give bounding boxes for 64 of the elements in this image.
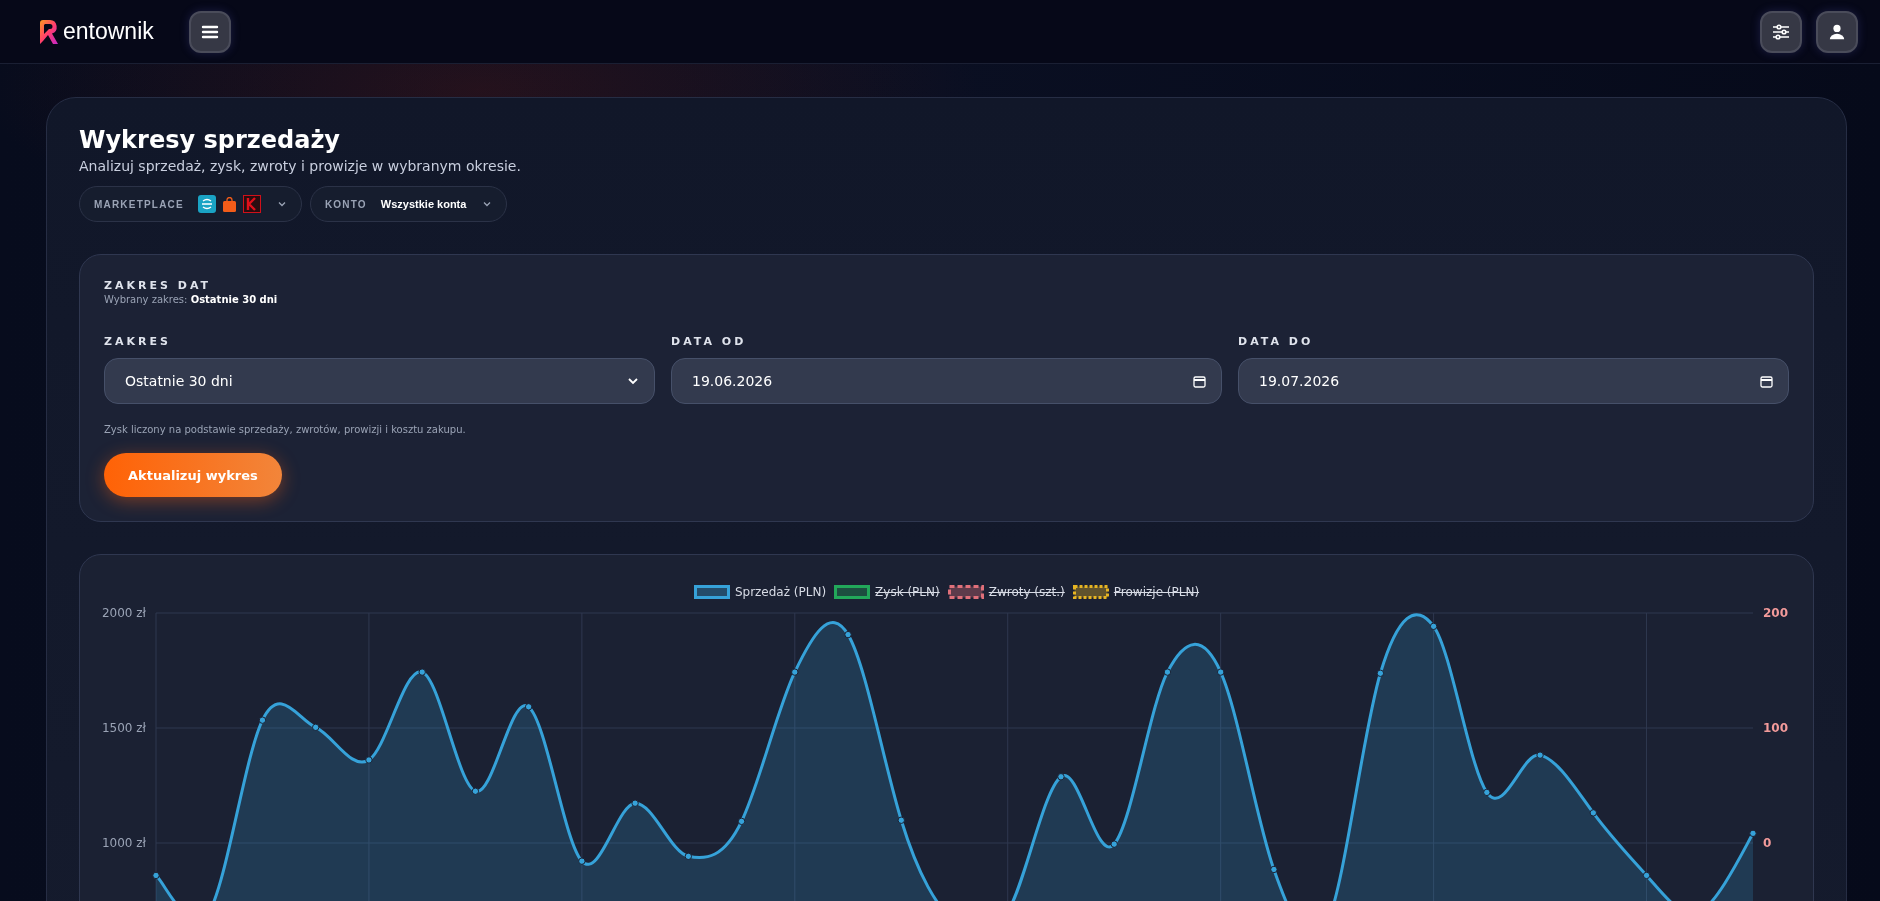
filter-dropdown[interactable]: MARKETPLACE (79, 186, 302, 222)
logo-icon (37, 17, 61, 46)
legend-label[interactable]: Prowizje (PLN) (1113, 585, 1200, 599)
filter-settings-button[interactable] (1760, 10, 1802, 53)
data-point[interactable] (578, 857, 586, 865)
page-subtitle: Analizuj sprzedaż, zysk, zwroty i prowizje w wybranym okresie. (79, 158, 522, 174)
axis-label: 1500 zł (101, 721, 146, 735)
data-point[interactable] (258, 716, 267, 724)
data-point[interactable] (1483, 788, 1491, 797)
data-point[interactable] (737, 817, 746, 826)
data-point[interactable] (791, 668, 799, 676)
data-point[interactable] (1110, 840, 1118, 848)
data-point[interactable] (1749, 829, 1757, 838)
sliders-icon (1771, 21, 1791, 42)
data-point[interactable] (1536, 751, 1544, 759)
legend-label[interactable]: Zwroty (szt.) (988, 585, 1065, 599)
calendar-icon[interactable] (1760, 375, 1773, 388)
data-point[interactable] (1163, 668, 1172, 676)
shopping-bag-icon (221, 196, 237, 212)
data-point[interactable] (1216, 668, 1225, 676)
user-icon (1828, 22, 1846, 41)
axis-label: 200 (1763, 607, 1789, 620)
k-logo-icon (242, 195, 261, 213)
menu-button[interactable] (189, 10, 231, 53)
data-point[interactable] (684, 852, 693, 861)
data-point[interactable] (844, 630, 852, 639)
data-point[interactable] (152, 871, 160, 880)
field-label: DATA OD (671, 335, 748, 348)
axis-label: 2000 zł (101, 607, 146, 620)
chevron-down-icon (276, 199, 287, 209)
data-point[interactable] (312, 723, 320, 731)
data-point[interactable] (1057, 773, 1065, 781)
data-point[interactable] (524, 703, 533, 711)
data-point[interactable] (471, 787, 480, 795)
axis-label: 100 (1763, 721, 1789, 735)
data-point[interactable] (1589, 809, 1597, 817)
date-field[interactable]: 19.06.2026 (671, 358, 1222, 404)
calendar-icon[interactable] (1193, 375, 1206, 388)
data-point[interactable] (1642, 871, 1651, 880)
section-title: ZAKRES DAT (104, 279, 213, 292)
data-point[interactable] (1429, 622, 1438, 631)
filter-dropdown[interactable]: KONTO Wszystkie konta (309, 186, 508, 222)
logo-text: entownik (63, 18, 154, 45)
data-point[interactable] (1376, 669, 1385, 677)
field-label: DATA DO (1238, 335, 1315, 348)
legend-label[interactable]: Sprzedaż (PLN) (734, 585, 827, 599)
axis-label: 0 (1763, 836, 1772, 850)
page-title: Wykresy sprzedaży (79, 126, 341, 154)
user-button[interactable] (1816, 10, 1858, 53)
data-point[interactable] (897, 816, 905, 824)
selected-range-text: Wybrany zakres: Ostatnie 30 dni (104, 294, 279, 305)
chevron-down-icon (482, 199, 493, 209)
axis-label: 1000 zł (101, 836, 146, 850)
data-point[interactable] (365, 756, 373, 764)
date-field[interactable]: 19.07.2026 (1238, 358, 1789, 404)
chevron-down-icon (627, 375, 639, 387)
profit-note: Zysk liczony na podstawie sprzedaży, zwrotów, prowizji i kosztu zakupu. (104, 424, 467, 435)
data-point[interactable] (1270, 865, 1278, 874)
field-label: ZAKRES (104, 335, 172, 348)
data-point[interactable] (631, 799, 639, 807)
data-point[interactable] (418, 668, 426, 676)
legend-label[interactable]: Zysk (PLN) (875, 585, 940, 599)
range-select[interactable]: Ostatnie 30 dni (104, 358, 655, 404)
marketplace-logo-icon (197, 195, 216, 213)
